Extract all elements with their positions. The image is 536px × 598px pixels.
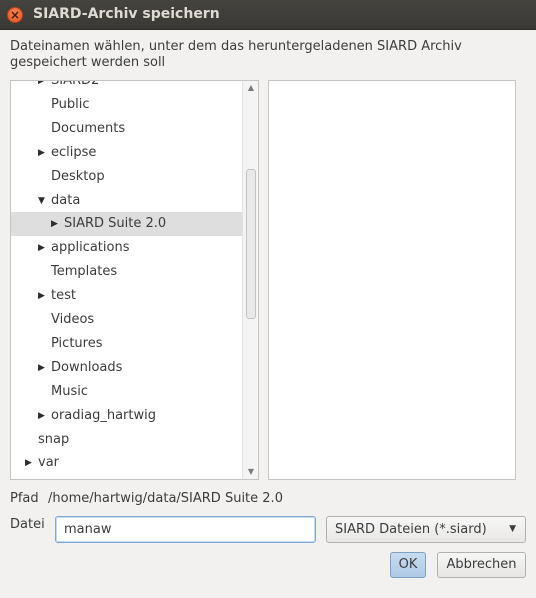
instruction-text: Dateinamen wählen, unter dem das herunte…: [10, 39, 462, 70]
scroll-up-icon[interactable]: ▲: [243, 81, 258, 95]
title-bar: × SIARD-Archiv speichern: [0, 0, 536, 30]
close-window-button[interactable]: ×: [7, 7, 23, 23]
tree-item[interactable]: Templates: [11, 260, 242, 284]
file-type-select[interactable]: SIARD Dateien (*.siard) ▼: [326, 516, 526, 543]
tree-item-label: Public: [51, 97, 90, 112]
tree-item[interactable]: ▶ Downloads: [11, 356, 242, 380]
file-list-panel[interactable]: [268, 80, 516, 480]
collapsed-arrow-icon[interactable]: ▶: [51, 212, 58, 236]
chevron-down-icon: ▼: [509, 524, 516, 534]
tree-item-label: snap: [38, 432, 70, 447]
tree-item[interactable]: ▼ data: [11, 189, 242, 213]
collapsed-arrow-icon[interactable]: ▶: [38, 404, 45, 428]
directory-tree[interactable]: ▶ SIARD2 Public Documents ▶ eclipse Desktop ▼ da…: [10, 80, 259, 480]
expanded-arrow-icon[interactable]: ▼: [38, 189, 45, 213]
tree-item[interactable]: Public: [11, 93, 242, 117]
tree-item-label: SIARD2: [51, 80, 100, 88]
tree-item-label: eclipse: [51, 145, 97, 160]
tree-item[interactable]: ▶ SIARD Suite 2.0: [11, 212, 242, 236]
path-value: /home/hartwig/data/SIARD Suite 2.0: [48, 491, 283, 506]
tree-item-label: test: [51, 288, 76, 303]
cancel-button[interactable]: Abbrechen: [437, 552, 526, 578]
tree-item-label: Videos: [51, 312, 95, 327]
tree-item-label: Desktop: [51, 169, 105, 184]
tree-item-label: Pictures: [51, 336, 103, 351]
tree-item[interactable]: Documents: [11, 117, 242, 141]
tree-item-label: Downloads: [51, 360, 123, 375]
ok-button[interactable]: OK: [390, 552, 426, 578]
close-icon: ×: [9, 8, 21, 22]
tree-item[interactable]: ▶ test: [11, 284, 242, 308]
tree-item-label: SIARD Suite 2.0: [64, 216, 167, 231]
tree-item-label: Music: [51, 384, 88, 399]
tree-item-label: var: [38, 455, 60, 470]
tree-item-label: Templates: [51, 264, 118, 279]
window-title: SIARD-Archiv speichern: [33, 6, 220, 22]
tree-item-label: applications: [51, 240, 130, 255]
tree-item-label: data: [51, 193, 81, 208]
tree-item[interactable]: Desktop: [11, 165, 242, 189]
file-type-selected: SIARD Dateien (*.siard): [335, 522, 487, 537]
collapsed-arrow-icon[interactable]: ▶: [38, 284, 45, 308]
tree-item[interactable]: Pictures: [11, 332, 242, 356]
scroll-down-icon[interactable]: ▼: [243, 465, 258, 479]
tree-item-label: oradiag_hartwig: [51, 408, 156, 423]
collapsed-arrow-icon[interactable]: ▶: [38, 236, 45, 260]
tree-item-label: Documents: [51, 121, 126, 136]
tree-scrollbar[interactable]: ▲ ▼: [242, 81, 258, 479]
file-label: Datei: [10, 517, 45, 532]
collapsed-arrow-icon[interactable]: ▶: [38, 81, 45, 93]
tree-item[interactable]: ▶ var: [11, 451, 242, 475]
tree-item[interactable]: ▶ eclipse: [11, 141, 242, 165]
tree-item[interactable]: ▶ applications: [11, 236, 242, 260]
collapsed-arrow-icon[interactable]: ▶: [38, 141, 45, 165]
collapsed-arrow-icon[interactable]: ▶: [38, 356, 45, 380]
collapsed-arrow-icon[interactable]: ▶: [25, 451, 32, 475]
file-name-input[interactable]: [55, 516, 316, 543]
tree-item[interactable]: snap: [11, 428, 242, 452]
tree-item[interactable]: ▶ oradiag_hartwig: [11, 404, 242, 428]
scrollbar-thumb[interactable]: [246, 169, 256, 319]
tree-item[interactable]: ▶ SIARD2: [11, 80, 242, 93]
tree-item[interactable]: Music: [11, 380, 242, 404]
path-label: Pfad: [10, 491, 39, 506]
tree-item[interactable]: Videos: [11, 308, 242, 332]
